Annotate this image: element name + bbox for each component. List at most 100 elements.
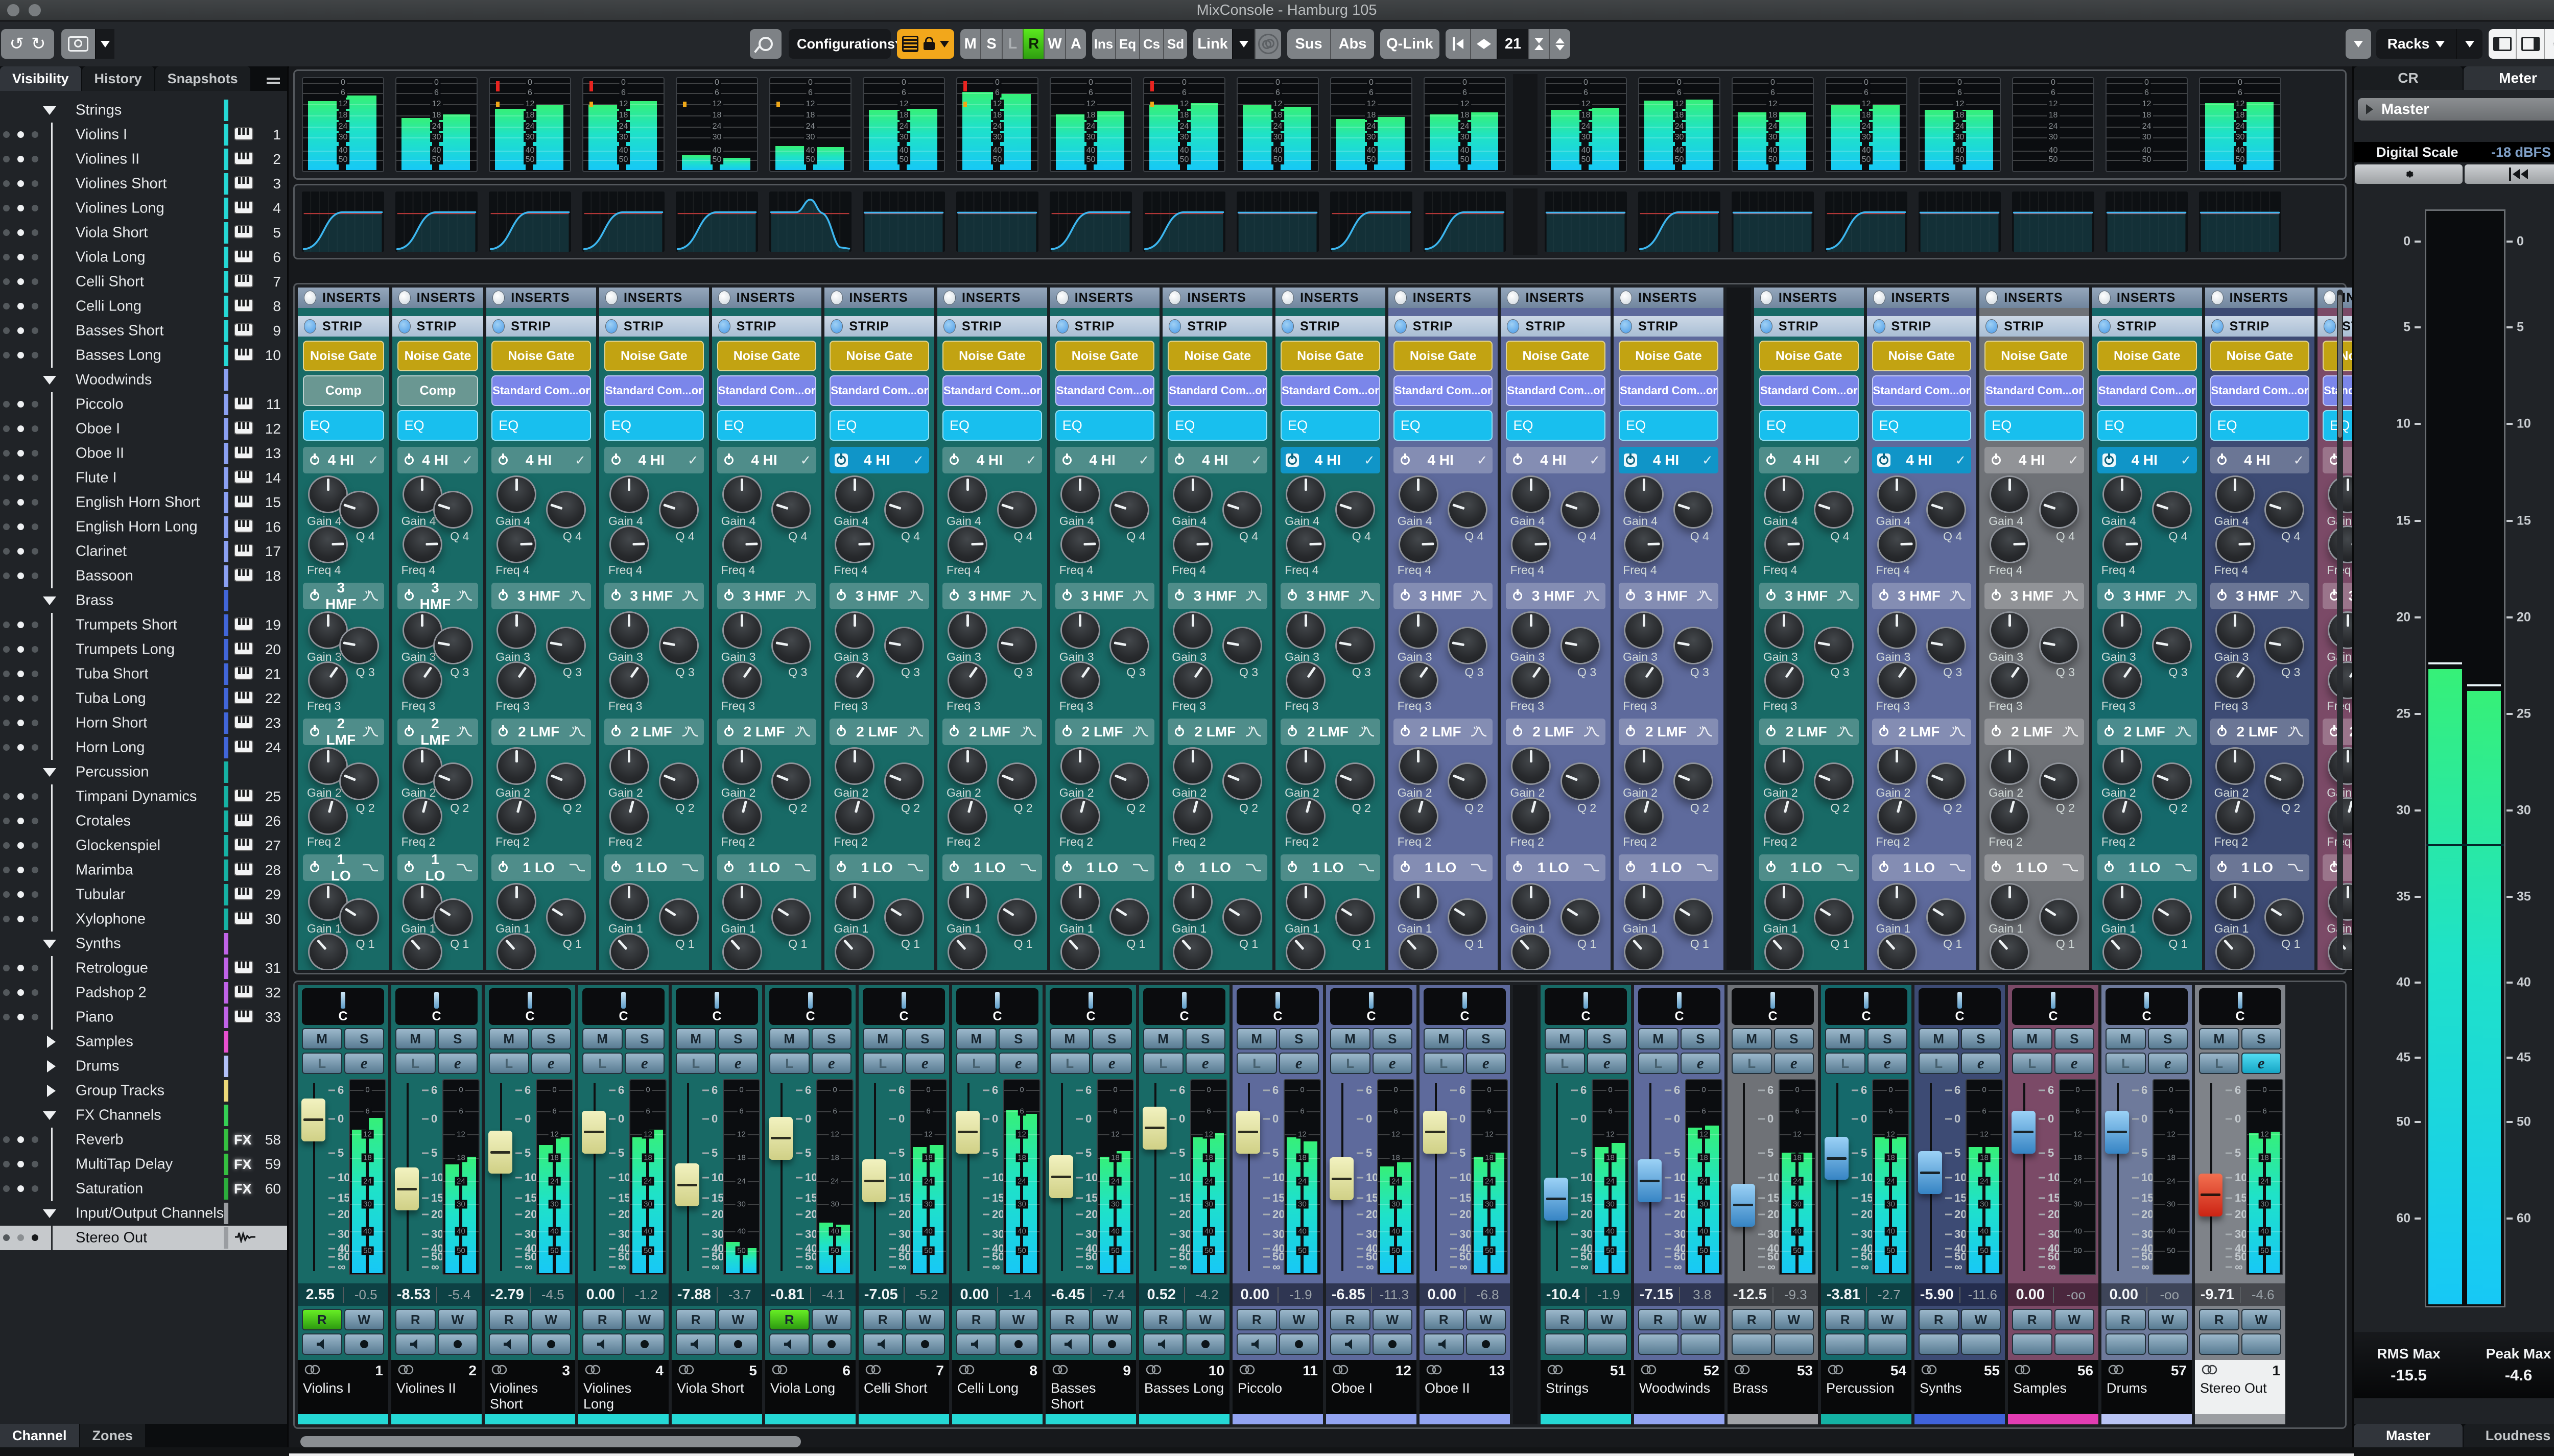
visibility-dot[interactable]: [32, 523, 38, 530]
sidebar-item-basses-short[interactable]: Basses Short 9: [0, 319, 287, 343]
power-icon[interactable]: [1764, 453, 1778, 467]
compressor-slot[interactable]: Standard Com...or: [1619, 375, 1718, 406]
eq-q-knob[interactable]: [1109, 491, 1150, 529]
eq-band-header-1-lo[interactable]: 1 LO: [1168, 854, 1268, 881]
listen-button[interactable]: L: [1050, 1053, 1090, 1074]
eq-band-header-3-hmf[interactable]: 3 HMF: [942, 583, 1042, 609]
eq-gain-knob[interactable]: [1398, 883, 1438, 921]
inserts-header[interactable]: INSERTS: [486, 288, 596, 308]
visibility-dot[interactable]: [32, 671, 38, 677]
listen-button[interactable]: L: [1545, 1053, 1585, 1074]
racks-dropdown[interactable]: Racks: [2376, 29, 2482, 59]
edit-channel-button[interactable]: e: [2147, 1053, 2188, 1074]
eq-q-knob[interactable]: [1673, 627, 1713, 664]
record-enable-button[interactable]: [1465, 1333, 1506, 1355]
listen-button[interactable]: L: [489, 1053, 529, 1074]
eq-freq-knob[interactable]: [1764, 797, 1804, 835]
solo-button[interactable]: S: [437, 1028, 478, 1049]
read-automation-button[interactable]: R: [2199, 1309, 2239, 1330]
eq-gain-knob[interactable]: [1398, 747, 1438, 785]
eq-freq-knob[interactable]: [308, 526, 348, 563]
strip-header[interactable]: STRIP: [599, 316, 709, 337]
visibility-dot[interactable]: [3, 720, 10, 726]
read-automation-button[interactable]: R: [1143, 1309, 1184, 1330]
pan-control[interactable]: C: [2106, 988, 2188, 1025]
strip-led[interactable]: [1507, 319, 1520, 333]
listen-button[interactable]: L: [1825, 1053, 1865, 1074]
visibility-dot[interactable]: [32, 720, 38, 726]
power-icon[interactable]: [948, 861, 961, 874]
strip-header[interactable]: STRIP: [1050, 316, 1160, 337]
sidebar-item-woodwinds[interactable]: Woodwinds: [0, 368, 287, 392]
eq-q-knob[interactable]: [2264, 898, 2305, 936]
edit-channel-button[interactable]: e: [905, 1053, 945, 1074]
visibility-dot[interactable]: [32, 303, 38, 309]
eq-q-knob[interactable]: [1560, 491, 1601, 529]
visibility-dot[interactable]: [3, 646, 10, 653]
strip-led[interactable]: [1620, 319, 1633, 333]
visibility-dot[interactable]: [17, 548, 24, 555]
channel-nameplate[interactable]: 6 Viola Long: [765, 1360, 856, 1414]
eq-q-knob[interactable]: [771, 898, 812, 936]
inserts-header[interactable]: INSERTS: [1501, 288, 1611, 308]
sidebar-item-input-output-channels[interactable]: Input/Output Channels: [0, 1201, 287, 1226]
eq-q-knob[interactable]: [1222, 898, 1263, 936]
inserts-led[interactable]: [1620, 291, 1633, 305]
record-enable-button[interactable]: [1867, 1333, 1907, 1355]
solo-button[interactable]: S: [1960, 1028, 2001, 1049]
gate-slot[interactable]: Noise Gate: [1759, 341, 1859, 371]
eq-band-header-1-lo[interactable]: 1 LO: [1984, 854, 2084, 881]
visibility-dot[interactable]: [17, 793, 24, 800]
eq-slot[interactable]: EQ: [1055, 410, 1155, 441]
edit-channel-button[interactable]: e: [1867, 1053, 1907, 1074]
gate-slot[interactable]: Noise Gate: [830, 341, 930, 371]
visibility-dot[interactable]: [32, 205, 38, 211]
monitor-button[interactable]: [1638, 1333, 1678, 1355]
read-automation-button[interactable]: R: [302, 1309, 342, 1330]
eq-band-header-4-hi[interactable]: 4 HI✓: [1872, 447, 1972, 473]
power-icon[interactable]: [1173, 589, 1186, 603]
sidebar-item-clarinet[interactable]: Clarinet 17: [0, 539, 287, 564]
eq-q-knob[interactable]: [1222, 627, 1263, 664]
monitor-button[interactable]: [302, 1333, 342, 1355]
fader-db-value[interactable]: -9.71: [2195, 1286, 2240, 1303]
record-enable-button[interactable]: [1279, 1333, 1319, 1355]
eq-band-header-1-lo[interactable]: 1 LO: [303, 851, 384, 884]
eq-curve-celli-short[interactable]: [859, 188, 949, 255]
record-enable-button[interactable]: [1587, 1333, 1627, 1355]
eq-gain-knob[interactable]: [1286, 747, 1326, 785]
eq-band-header-2-lmf[interactable]: 2 LMF: [1055, 719, 1155, 745]
monitor-button[interactable]: [1424, 1333, 1464, 1355]
eq-slot[interactable]: EQ: [1506, 410, 1606, 441]
pan-control[interactable]: C: [1424, 988, 1506, 1025]
volume-fader[interactable]: [1731, 1183, 1755, 1227]
eq-band-header-2-lmf[interactable]: 2 LMF: [1281, 719, 1380, 745]
inserts-header[interactable]: INSERTS: [1050, 288, 1160, 308]
eq-q-knob[interactable]: [2151, 627, 2192, 664]
eq-freq-knob[interactable]: [1173, 661, 1213, 699]
sidebar-item-percussion[interactable]: Percussion: [0, 760, 287, 784]
eq-freq-knob[interactable]: [1398, 661, 1438, 699]
eq-curve-violines-long[interactable]: [578, 188, 669, 255]
write-automation-button[interactable]: W: [531, 1309, 571, 1330]
power-icon[interactable]: [2215, 453, 2229, 467]
eq-q-knob[interactable]: [884, 491, 925, 529]
strip-led[interactable]: [398, 319, 411, 333]
visibility-dot[interactable]: [3, 891, 10, 898]
eq-band-header-4-hi[interactable]: 4 HI✓: [942, 447, 1042, 473]
eq-slot[interactable]: EQ: [2097, 410, 2197, 441]
eq-band-header-4-hi[interactable]: 4 HI✓: [1281, 447, 1380, 473]
visibility-dot[interactable]: [3, 352, 10, 359]
eq-freq-knob[interactable]: [1624, 661, 1664, 699]
eq-gain-knob[interactable]: [835, 611, 875, 649]
sidebar-item-celli-short[interactable]: Celli Short 7: [0, 270, 287, 294]
sidebar-item-flute-i[interactable]: Flute I 14: [0, 466, 287, 490]
eq-gain-knob[interactable]: [1173, 747, 1213, 785]
solo-button[interactable]: S: [998, 1028, 1038, 1049]
eq-band-header-4-hi[interactable]: 4 HI✓: [1506, 447, 1606, 473]
eq-q-knob[interactable]: [997, 627, 1037, 664]
eq-gain-knob[interactable]: [1877, 747, 1917, 785]
channel-nameplate[interactable]: 7 Celli Short: [859, 1360, 949, 1414]
pan-control[interactable]: C: [1050, 988, 1132, 1025]
monitor-button[interactable]: [1545, 1333, 1585, 1355]
